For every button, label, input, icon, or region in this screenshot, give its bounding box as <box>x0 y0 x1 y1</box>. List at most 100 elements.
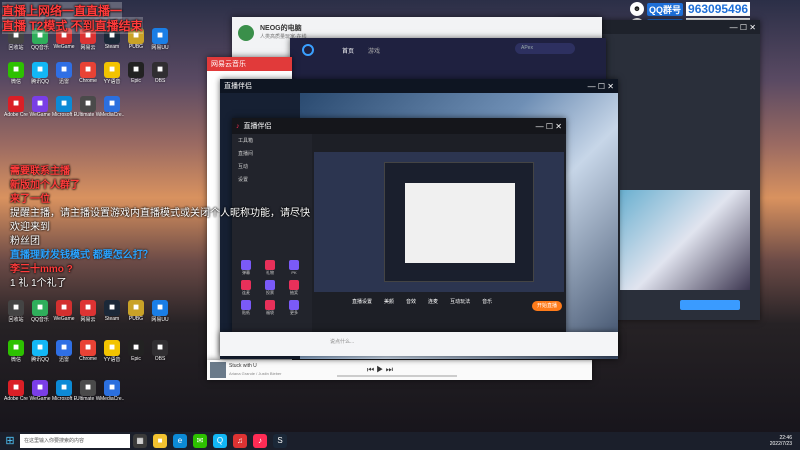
chat-message: 粉丝团 <box>10 236 40 247</box>
desktop-icon[interactable]: ■ QQ音乐 <box>28 300 52 323</box>
live-tool-button[interactable]: 弹幕 <box>236 260 256 276</box>
search-input[interactable]: APex <box>515 43 575 54</box>
live-bottom-button[interactable]: 连麦 <box>428 298 438 305</box>
windows-start-icon[interactable]: ⊞ <box>3 434 17 448</box>
live-menu-item[interactable]: 互动 <box>232 160 312 173</box>
desktop-icon-label: Steam <box>104 44 120 50</box>
live-menu-item[interactable]: 工具箱 <box>232 134 312 147</box>
desktop-icon[interactable]: ■Microsoft Edge <box>52 380 76 402</box>
desktop-icon[interactable]: ■ 迅雷 <box>52 340 76 363</box>
desktop-icon[interactable]: ■ YY语音 <box>100 62 124 85</box>
desktop-icon[interactable]: ■Adobe Creati... <box>4 96 28 118</box>
nested-preview-inner <box>405 183 515 263</box>
obs-icon: ■ <box>152 62 168 78</box>
window-controls[interactable]: — ☐ ✕ <box>730 23 756 32</box>
steam-icon[interactable]: S <box>273 434 287 448</box>
desktop-icon[interactable]: ■Microsoft Edge <box>52 96 76 118</box>
desktop-icon[interactable]: ■ OBS <box>148 62 172 84</box>
tool-icon <box>289 280 299 290</box>
desktop-icon[interactable]: ■ 迅雷 <box>52 62 76 85</box>
chat-input[interactable]: 说点什么... <box>330 338 354 345</box>
desktop-icon[interactable]: ■Ultimate Windows <box>76 96 100 118</box>
desktop-icon[interactable]: ■ 网易云 <box>76 300 100 323</box>
desktop-icon[interactable]: ■ WeGame <box>28 96 52 118</box>
window-controls[interactable]: — ☐ ✕ <box>588 82 614 91</box>
desktop-icon[interactable]: ■Adobe Creati... <box>4 380 28 402</box>
live-bottom-button[interactable]: 音乐 <box>482 298 492 305</box>
live-tool-button[interactable]: 贴纸 <box>236 300 256 316</box>
desktop-icon[interactable]: ■Ultimate Windows <box>76 380 100 402</box>
window-controls[interactable]: — ☐ ✕ <box>536 122 562 131</box>
media-icon: ■ <box>104 380 120 396</box>
desktop-icon[interactable]: ■ OBS <box>148 340 172 362</box>
live-tool-button[interactable]: 更多 <box>284 300 304 316</box>
chat-input-bar: 说点什么... <box>220 332 618 356</box>
live-bottom-button[interactable]: 互动玩法 <box>450 298 470 305</box>
wechat-icon: ■ <box>8 62 24 78</box>
desktop-icon-label: 网易云 <box>80 317 96 323</box>
desktop-icon[interactable]: ■ YY语音 <box>100 340 124 363</box>
desktop-icon[interactable]: ■ PUBG <box>124 300 148 322</box>
live-menu-item[interactable]: 设置 <box>232 173 312 186</box>
tool-label: 弹幕 <box>242 270 250 275</box>
live-tool-button[interactable]: 投票 <box>260 280 280 296</box>
desktop-icon-label: 网易云 <box>80 45 96 51</box>
live-tool-button[interactable]: 抽奖 <box>284 280 304 296</box>
chat-message: 直播理财发钱模式 都要怎么打？ <box>10 250 153 261</box>
desktop-icon[interactable]: ■ 腾讯QQ <box>28 340 52 363</box>
live-logo-icon: ♪ <box>236 122 240 130</box>
live-tool-button[interactable]: PK <box>284 260 304 276</box>
tool-icon <box>265 300 275 310</box>
desktop-icon[interactable]: ■ Chrome <box>76 340 100 362</box>
live-bottom-button[interactable]: 美颜 <box>384 298 394 305</box>
desktop-icon[interactable]: ■ Epic <box>124 62 148 84</box>
taskbar-search-input[interactable]: 在这里输入你要搜索的内容 <box>20 434 130 448</box>
desktop-icon[interactable]: ■ 腾讯QQ <box>28 62 52 85</box>
explorer-icon[interactable]: ■ <box>153 434 167 448</box>
desktop-icon[interactable]: ■ Epic <box>124 340 148 362</box>
qq-icon[interactable]: Q <box>213 434 227 448</box>
live-bottom-button[interactable]: 音效 <box>406 298 416 305</box>
adobe-icon: ■ <box>8 96 24 112</box>
desktop-icon-label: MediaCre... <box>100 396 124 402</box>
live-menu-item[interactable]: 直播间 <box>232 147 312 160</box>
wechat-icon[interactable]: ✉ <box>193 434 207 448</box>
progress-bar[interactable] <box>337 375 457 377</box>
wegame-icon: ■ <box>32 96 48 112</box>
live-tool-button[interactable]: 礼物 <box>260 260 280 276</box>
desktop-icon[interactable]: ■ 网易UU <box>148 28 172 51</box>
desktop-icon[interactable]: ■ 微信 <box>4 62 28 85</box>
chrome-icon: ■ <box>80 340 96 356</box>
live-tool-button[interactable]: 福袋 <box>260 300 280 316</box>
music-icon[interactable]: ♫ <box>233 434 247 448</box>
live-companion-icon[interactable]: ♪ <box>253 434 267 448</box>
game-icon: ■ <box>56 300 72 316</box>
task-view-icon[interactable]: ▦ <box>133 434 147 448</box>
adobe-icon: ■ <box>8 380 24 396</box>
desktop-icon[interactable]: ■ WeGame <box>52 300 76 322</box>
player-controls[interactable]: ⏮ ▶ ⏭ <box>367 365 393 375</box>
desktop-icon[interactable]: ■ WeGame <box>28 380 52 402</box>
tab-games[interactable]: 游戏 <box>368 46 380 55</box>
windows-icon: ■ <box>80 96 96 112</box>
desktop-icon[interactable]: ■ 回收站 <box>4 300 28 323</box>
yy-icon: ■ <box>104 62 120 78</box>
clock-date[interactable]: 2022/7/23 <box>770 441 792 447</box>
start-live-button[interactable]: 开始直播 <box>532 301 562 311</box>
desktop-icon[interactable]: ■ MediaCre... <box>100 380 124 402</box>
live-tool-button[interactable]: 连麦 <box>236 280 256 296</box>
desktop-icon[interactable]: ■ Steam <box>100 300 124 322</box>
chat-message: 李三十mmo ? <box>10 264 73 275</box>
edge-icon[interactable]: e <box>173 434 187 448</box>
desktop-icon[interactable]: ■ 网易UU <box>148 300 172 323</box>
desktop-icon[interactable]: ■ MediaCre... <box>100 96 124 118</box>
tab-home[interactable]: 首页 <box>342 46 354 55</box>
windows-icon: ■ <box>80 380 96 396</box>
confirm-button[interactable] <box>680 300 740 310</box>
desktop-icon[interactable]: ■ Chrome <box>76 62 100 84</box>
desktop-icon-label: Ultimate Windows <box>76 396 100 402</box>
desktop-icon[interactable]: ■ 微信 <box>4 340 28 363</box>
live-bottom-button[interactable]: 直播设置 <box>352 298 372 305</box>
desktop-icon-label: 回收站 <box>8 317 24 323</box>
steam-icon: ■ <box>104 300 120 316</box>
